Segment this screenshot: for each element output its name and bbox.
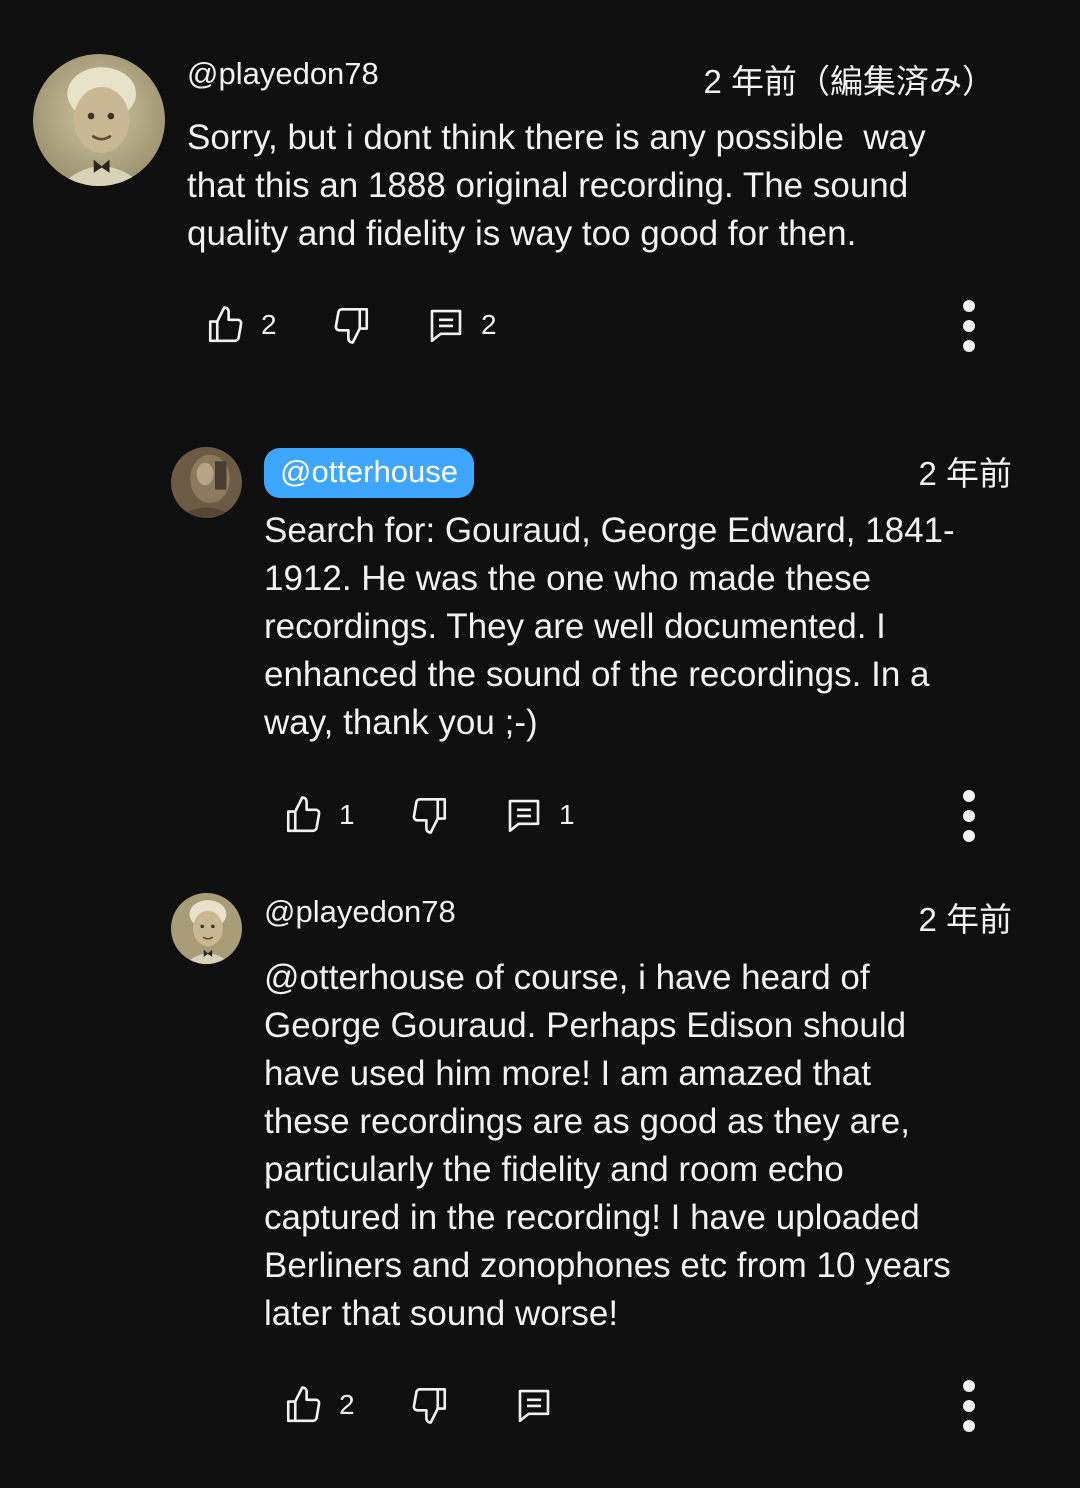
reply-comment-icon [430,309,462,343]
avatar[interactable] [171,893,242,964]
more-vertical-icon [963,790,975,842]
dislike-button[interactable] [408,1377,450,1433]
more-actions-button[interactable] [957,1376,981,1436]
reply-count: 2 [481,309,497,340]
comment-author[interactable]: @playedon78 [264,892,456,932]
reply-comment-icon [518,1389,550,1423]
thumbs-down-icon [334,307,369,344]
child-portrait-icon [171,893,242,964]
thumbs-up-icon [286,796,321,833]
more-actions-button[interactable] [957,786,981,846]
more-actions-button[interactable] [957,296,981,356]
thumbs-down-icon [412,797,447,834]
like-count: 2 [261,309,277,340]
comment-text: Search for: Gouraud, George Edward, 1841… [264,511,955,742]
like-count: 1 [339,799,355,830]
reply-button[interactable]: 1 [503,787,575,843]
comment-text: @otterhouse of course, i have heard of G… [264,958,951,1333]
like-button[interactable]: 1 [283,787,355,843]
reply-button[interactable] [513,1377,555,1433]
thumbs-down-icon [412,1387,447,1424]
dislike-button[interactable] [408,787,450,843]
reply-button[interactable]: 2 [425,297,497,353]
comment-timestamp: 2 年前（編集済み） [703,63,995,100]
more-vertical-icon [963,300,975,352]
comment-timestamp: 2 年前 [918,455,1012,492]
like-button[interactable]: 2 [283,1377,355,1433]
comment-thread-top: @playedon78 2 年前（編集済み） Sorry, but i dont… [0,0,1080,390]
comment-text: Sorry, but i dont think there is any pos… [187,118,926,253]
comment-actions: 1 1 [283,787,983,843]
more-vertical-icon [963,1380,975,1432]
reply-comment-icon [508,799,540,833]
thumbs-up-icon [208,306,243,343]
comment-actions: 2 2 [205,297,1005,353]
like-button[interactable]: 2 [205,297,277,353]
avatar[interactable] [171,447,242,518]
comment-author-highlighted[interactable]: @otterhouse [264,448,474,498]
sepia-portrait-icon [171,447,242,518]
thumbs-up-icon [286,1386,321,1423]
reply-comment: @otterhouse 2 年前 Search for: Gouraud, Ge… [0,420,1080,860]
comment-timestamp: 2 年前 [918,901,1012,938]
comment-actions: 2 [283,1377,983,1433]
reply-count: 1 [559,799,575,830]
child-portrait-icon [33,54,165,186]
avatar[interactable] [33,54,165,186]
comment-author[interactable]: @playedon78 [187,54,379,94]
dislike-button[interactable] [330,297,372,353]
like-count: 2 [339,1389,355,1420]
reply-comment: @playedon78 2 年前 @otterhouse of course, … [0,870,1080,1470]
